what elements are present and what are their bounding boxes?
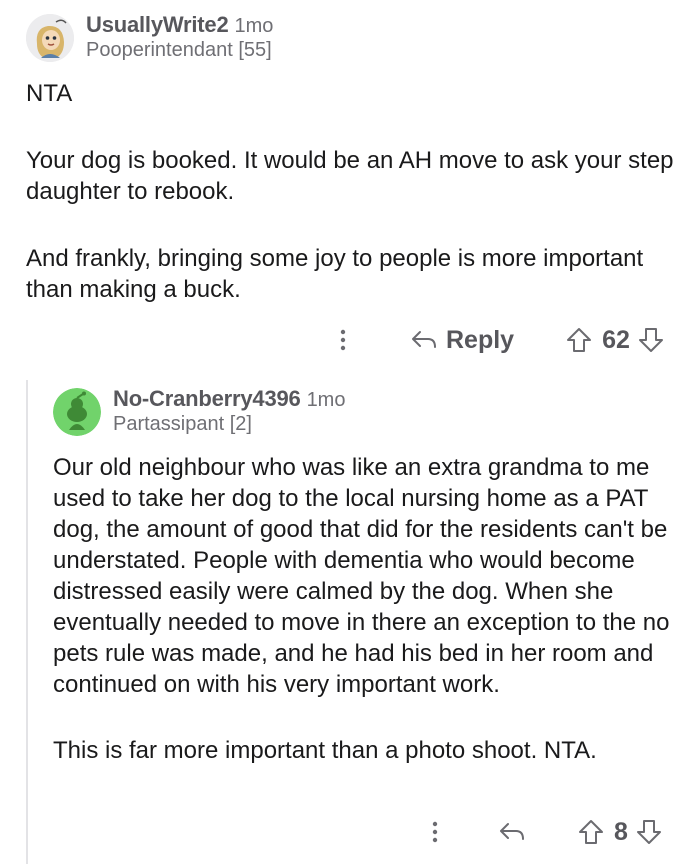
reply-arrow-icon[interactable]	[498, 821, 526, 843]
comment-paragraph: This is far more important than a photo …	[53, 737, 597, 764]
snoo-avatar-icon	[53, 388, 101, 436]
comment-2-header: No-Cranberry4396 1mo Partassipant [2]	[53, 388, 345, 436]
comment-paragraph: NTA	[26, 80, 73, 107]
downvote-icon[interactable]	[636, 819, 662, 845]
snoo-avatar-icon	[26, 14, 74, 62]
comment-2-body: Our old neighbour who was like an extra …	[53, 452, 685, 766]
comment-meta: No-Cranberry4396 1mo Partassipant [2]	[113, 388, 346, 435]
reply-button[interactable]: Reply	[410, 326, 514, 355]
user-flair: Pooperintendant [55]	[86, 39, 272, 61]
vote-score: 62	[602, 325, 630, 354]
thread-line[interactable]	[26, 380, 28, 864]
downvote-icon[interactable]	[638, 327, 664, 353]
reply-label: Reply	[446, 325, 515, 354]
comment-meta: UsuallyWrite2 1mo Pooperintendant [55]	[86, 14, 274, 61]
user-flair: Partassipant [2]	[113, 413, 252, 435]
more-vertical-icon[interactable]	[330, 328, 356, 352]
reply-arrow-icon	[410, 329, 438, 351]
more-vertical-icon[interactable]	[422, 820, 448, 844]
upvote-icon[interactable]	[578, 819, 604, 845]
user-avatar[interactable]	[53, 388, 101, 436]
user-avatar[interactable]	[26, 14, 74, 62]
comment-1-header: UsuallyWrite2 1mo Pooperintendant [55]	[26, 14, 273, 62]
comment-paragraph: Our old neighbour who was like an extra …	[53, 454, 670, 698]
comment-age: 1mo	[234, 15, 274, 37]
comment-1-actions: Reply 62	[330, 322, 664, 358]
upvote-icon[interactable]	[566, 327, 592, 353]
username[interactable]: No-Cranberry4396	[113, 388, 301, 410]
comment-2-actions: 8	[422, 815, 662, 849]
comment-paragraph: And frankly, bringing some joy to people…	[26, 245, 644, 303]
comment-1-body: NTA Your dog is booked. It would be an A…	[26, 78, 676, 305]
comment-age: 1mo	[306, 389, 346, 411]
vote-score: 8	[614, 817, 628, 846]
comment-paragraph: Your dog is booked. It would be an AH mo…	[26, 147, 674, 205]
username[interactable]: UsuallyWrite2	[86, 14, 229, 36]
